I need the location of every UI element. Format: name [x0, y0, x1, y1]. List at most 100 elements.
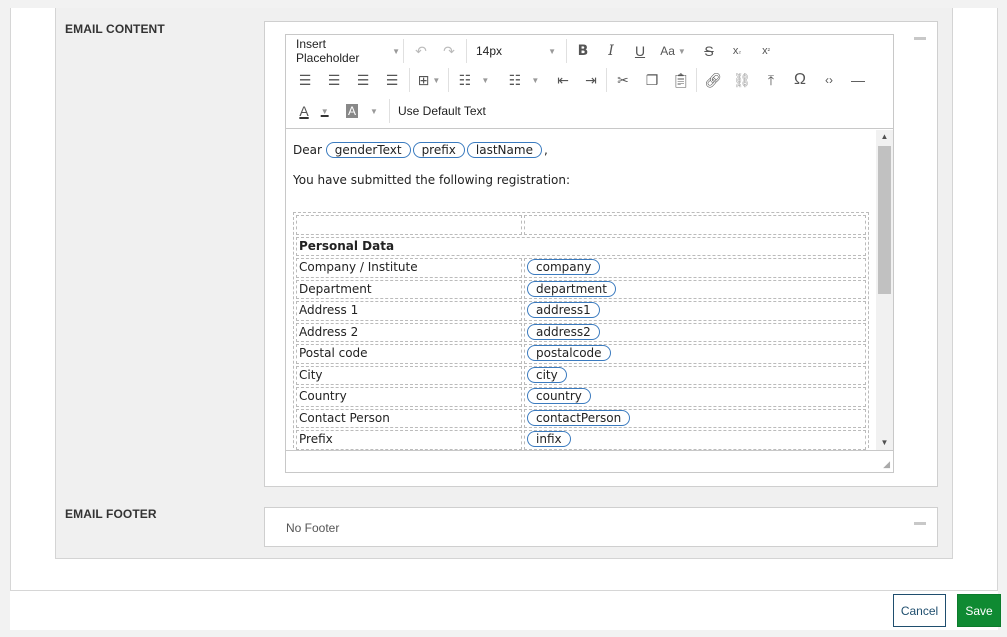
strikethrough-icon[interactable]: S	[698, 38, 720, 64]
table-cell[interactable]	[524, 215, 866, 235]
cancel-button[interactable]: Cancel	[893, 594, 946, 627]
scroll-down-icon[interactable]: ▼	[876, 436, 893, 450]
font-size-dropdown[interactable]: 14px ▼	[470, 38, 562, 64]
link-icon[interactable]: 🔗︎	[702, 67, 724, 93]
placeholder-tag[interactable]: department	[527, 280, 616, 297]
subscript-icon[interactable]: x₂	[726, 38, 748, 64]
background-color-icon[interactable]: A ▼	[342, 98, 382, 124]
toolbar-separator	[403, 39, 404, 63]
row-label: Address 1	[296, 301, 522, 321]
redo-icon[interactable]: ↷	[438, 38, 460, 64]
chevron-down-icon: ▼	[548, 46, 556, 56]
font-size-value: 14px	[476, 44, 503, 58]
editor-content-area[interactable]: Dear genderText prefix lastName, You have …	[286, 130, 876, 450]
chevron-down-icon: ▼	[392, 46, 400, 56]
horizontal-rule-icon[interactable]: —	[847, 67, 869, 93]
source-code-icon[interactable]: ‹›	[818, 67, 840, 93]
row-label: Address 2	[296, 322, 522, 342]
greeting-prefix: Dear	[293, 143, 322, 157]
align-left-icon[interactable]: ☰	[294, 67, 316, 93]
toolbar-separator	[696, 68, 697, 92]
table-cell: address1	[524, 301, 866, 321]
placeholder-tag[interactable]: country	[527, 388, 591, 404]
indent-icon[interactable]: ⇥	[580, 67, 602, 93]
insert-placeholder-dropdown[interactable]: Insert Placeholder ▼	[292, 37, 400, 65]
placeholder-tag[interactable]: city	[527, 366, 567, 383]
placeholder-tag[interactable]: postalcode	[527, 345, 611, 361]
table-cell: country	[524, 387, 866, 407]
collapse-footer-icon[interactable]	[914, 522, 926, 525]
use-default-text-button[interactable]: Use Default Text	[395, 98, 487, 124]
placeholder-tag[interactable]: lastName	[466, 142, 542, 158]
scroll-thumb[interactable]	[878, 146, 891, 294]
placeholder-tag[interactable]: contactPerson	[527, 409, 631, 426]
chevron-down-icon: ▼	[320, 106, 329, 116]
table-row: Contact Person contactPerson	[296, 408, 866, 428]
bullet-list-icon[interactable]: ☷ ▼	[454, 67, 494, 93]
table-row: City city	[296, 365, 866, 385]
unlink-icon[interactable]: ⛓	[731, 67, 753, 93]
align-right-icon[interactable]: ☰	[352, 67, 374, 93]
table-icon[interactable]: ⊞ ▼	[415, 67, 443, 93]
align-justify-icon[interactable]: ☰	[381, 67, 403, 93]
placeholder-tag[interactable]: address2	[527, 323, 600, 340]
insert-placeholder-label: Insert Placeholder	[296, 37, 360, 65]
collapse-content-icon[interactable]	[914, 37, 926, 40]
registration-table: Personal Data Company / Institute company…	[293, 212, 869, 450]
align-center-icon[interactable]: ☰	[323, 67, 345, 93]
placeholder-tag[interactable]: infix	[527, 431, 571, 447]
email-footer-label: EMAIL FOOTER	[65, 507, 157, 521]
chevron-down-icon: ▼	[677, 46, 686, 56]
action-bar	[10, 590, 998, 630]
placeholder-tag[interactable]: company	[527, 259, 601, 275]
underline-icon[interactable]: U	[629, 38, 651, 64]
chevron-down-icon: ▼	[432, 75, 441, 85]
toolbar-separator	[466, 39, 467, 63]
row-label: Postal code	[296, 344, 522, 364]
row-label: Company / Institute	[296, 258, 522, 278]
upload-icon[interactable]: ⤒	[760, 67, 782, 93]
text-color-icon[interactable]: A ▼	[294, 98, 334, 124]
editor-scrollbar[interactable]: ▲ ▼	[876, 130, 893, 450]
placeholder-tag[interactable]: prefix	[412, 142, 465, 158]
greeting-suffix: ,	[543, 143, 548, 157]
scroll-up-icon[interactable]: ▲	[876, 130, 893, 144]
bold-icon[interactable]: B	[572, 38, 594, 64]
editor-statusbar: ◢	[286, 450, 893, 472]
table-cell: company	[524, 258, 866, 278]
superscript-icon[interactable]: x²	[755, 38, 777, 64]
table-cell: address2	[524, 322, 866, 342]
table-row: Address 2 address2	[296, 322, 866, 342]
email-footer-box[interactable]: No Footer	[264, 507, 938, 547]
outdent-icon[interactable]: ⇤	[552, 67, 574, 93]
section-heading: Personal Data	[296, 236, 866, 256]
toolbar-separator	[409, 68, 410, 92]
italic-icon[interactable]: I	[600, 38, 622, 64]
table-row: Personal Data	[296, 236, 866, 256]
change-case-icon[interactable]: Aa ▼	[659, 38, 687, 64]
table-cell: contactPerson	[524, 408, 866, 428]
numbered-list-icon[interactable]: ☷ ▼	[504, 67, 544, 93]
table-row: Prefix infix	[296, 430, 866, 450]
table-cell: infix	[524, 430, 866, 450]
placeholder-tag[interactable]: address1	[527, 302, 600, 318]
table-cell: postalcode	[524, 344, 866, 364]
row-label: Prefix	[296, 430, 522, 450]
paste-icon[interactable]: 📋︎	[670, 67, 692, 93]
placeholder-tag[interactable]: genderText	[325, 142, 411, 158]
copy-icon[interactable]: ❐	[641, 67, 663, 93]
table-cell[interactable]	[296, 215, 522, 235]
toolbar-separator	[448, 68, 449, 92]
row-label: Department	[296, 279, 522, 299]
footer-value: No Footer	[286, 521, 340, 535]
cut-icon[interactable]: ✂	[612, 67, 634, 93]
greeting-line: Dear genderText prefix lastName,	[293, 142, 548, 158]
table-row: Address 1 address1	[296, 301, 866, 321]
resize-handle-icon[interactable]: ◢	[883, 459, 890, 470]
undo-icon[interactable]: ↶	[410, 38, 432, 64]
special-character-icon[interactable]: Ω	[789, 67, 811, 93]
toolbar-separator	[566, 39, 567, 63]
save-button[interactable]: Save	[957, 594, 1001, 627]
row-label: Contact Person	[296, 408, 522, 428]
table-cell: department	[524, 279, 866, 299]
